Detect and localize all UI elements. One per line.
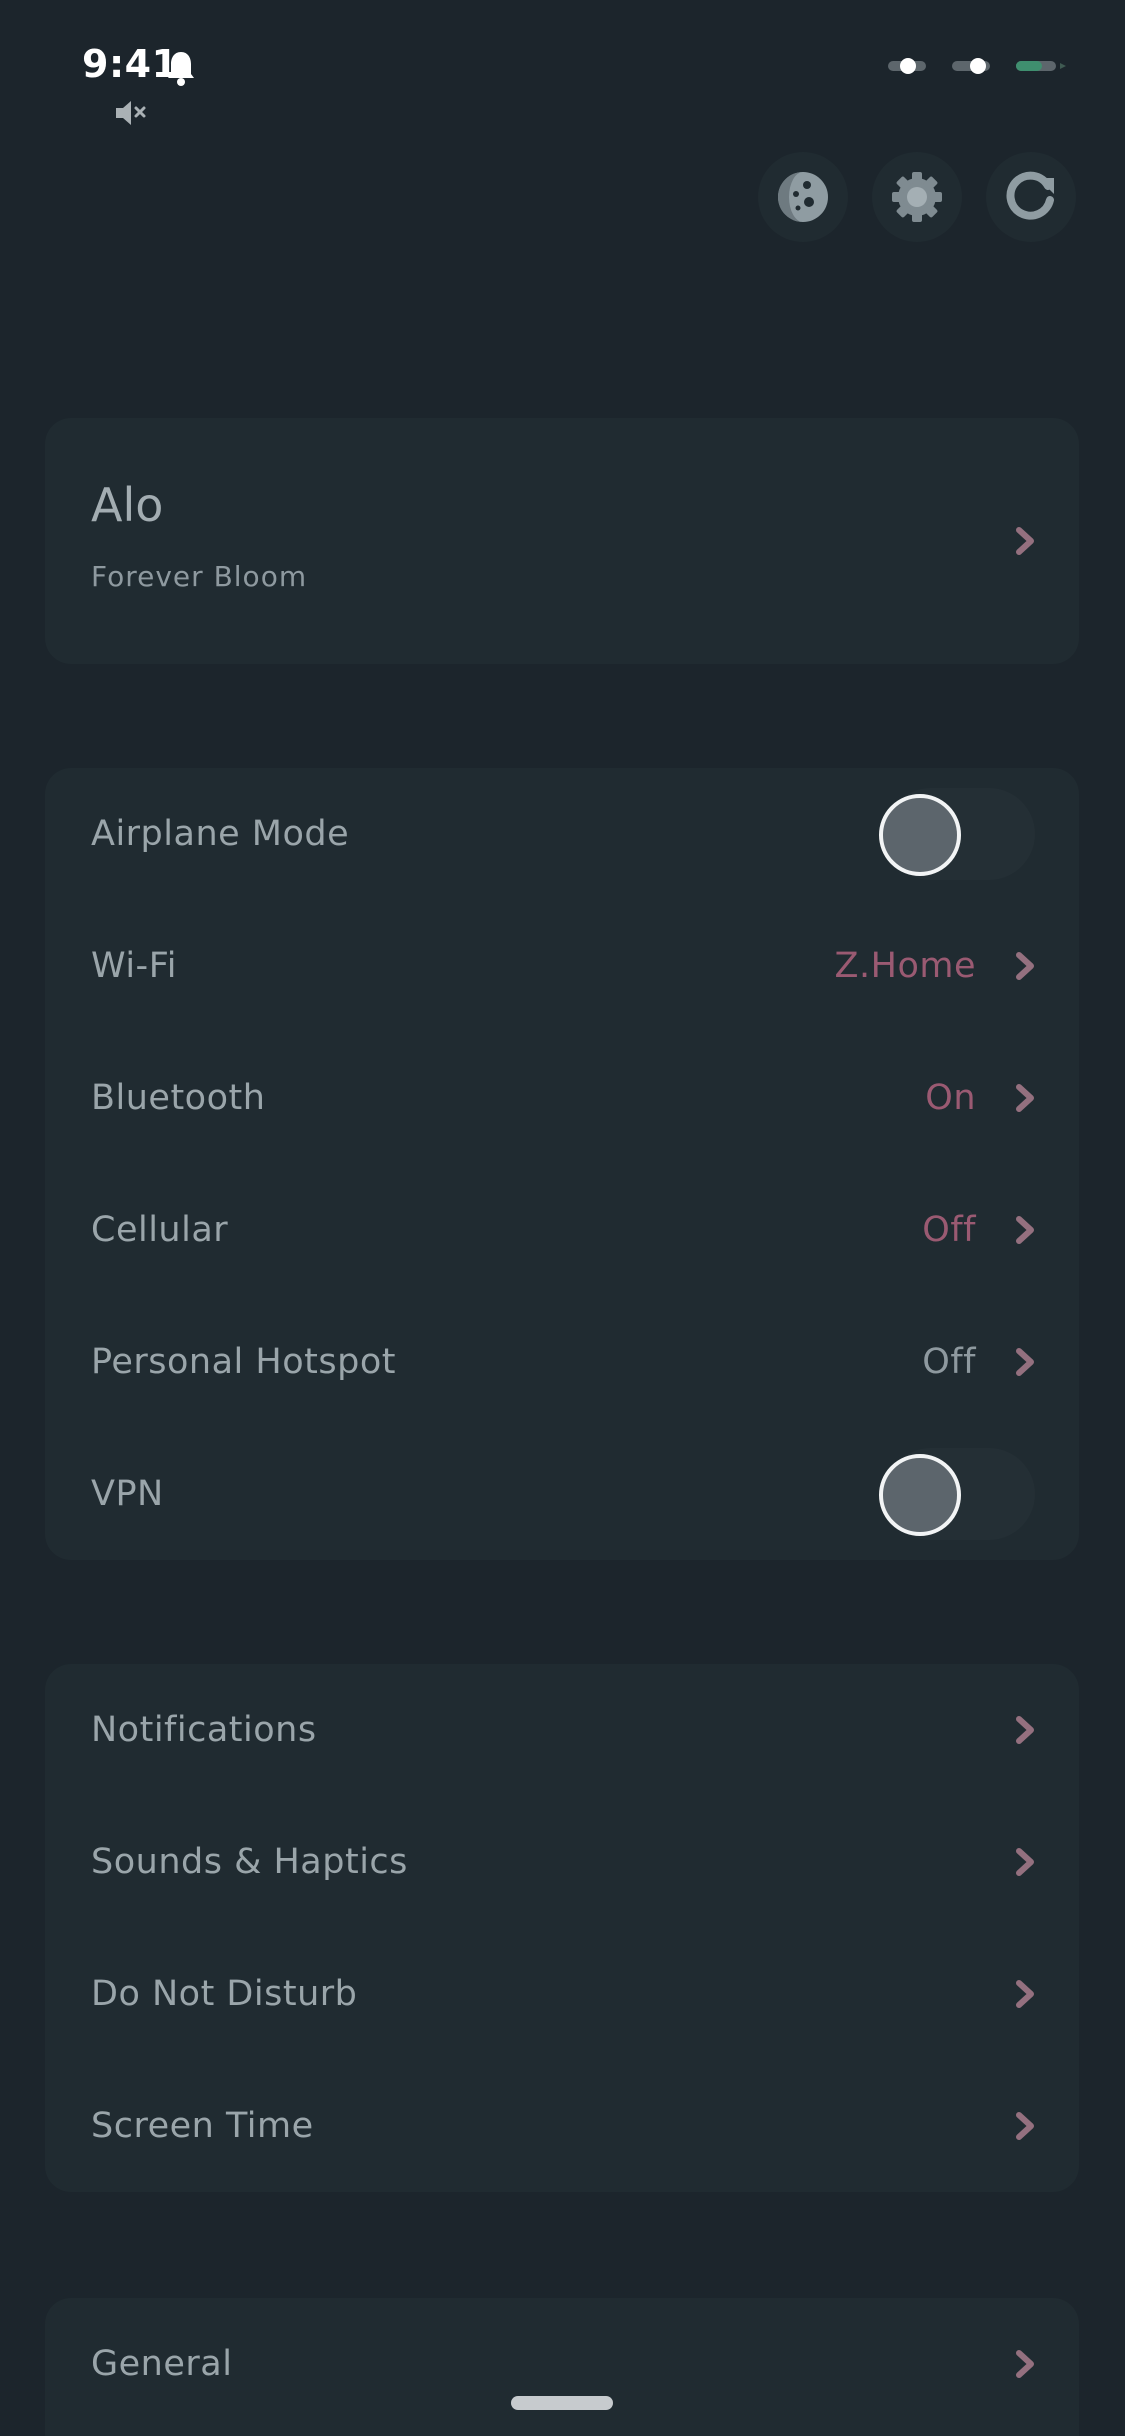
vpn-toggle[interactable] bbox=[879, 1448, 1035, 1540]
status-time: 9:41 bbox=[82, 42, 179, 86]
chevron-right-icon bbox=[1016, 1980, 1034, 2008]
airplane-mode-label: Airplane Mode bbox=[91, 814, 350, 854]
do-not-disturb-row[interactable]: Do Not Disturb bbox=[45, 1928, 1079, 2060]
battery-icon bbox=[1016, 61, 1066, 71]
status-toggle-icon bbox=[952, 58, 990, 74]
dark-mode-button[interactable] bbox=[758, 152, 848, 242]
personal-hotspot-label: Personal Hotspot bbox=[91, 1342, 396, 1382]
toggle-knob bbox=[879, 1454, 961, 1536]
general-row[interactable]: General bbox=[45, 2298, 1079, 2430]
chevron-right-icon bbox=[1016, 2350, 1034, 2378]
home-indicator[interactable] bbox=[511, 2396, 613, 2410]
screen-time-row[interactable]: Screen Time bbox=[45, 2060, 1079, 2192]
chevron-right-icon bbox=[1016, 1216, 1034, 1244]
notifications-card: Notifications Sounds & Haptics Do Not Di… bbox=[45, 1664, 1079, 2192]
moon-icon bbox=[778, 172, 828, 222]
chevron-right-icon bbox=[1016, 1848, 1034, 1876]
profile-subtitle: Forever Bloom bbox=[91, 560, 308, 593]
sounds-haptics-label: Sounds & Haptics bbox=[91, 1842, 408, 1882]
toggle-knob bbox=[879, 794, 961, 876]
status-bar: 9:41 bbox=[0, 0, 1125, 140]
personal-hotspot-row[interactable]: Personal Hotspot Off bbox=[45, 1296, 1079, 1428]
sounds-haptics-row[interactable]: Sounds & Haptics bbox=[45, 1796, 1079, 1928]
connectivity-card: Airplane Mode Wi-Fi Z.Home Bluetooth On … bbox=[45, 768, 1079, 1560]
do-not-disturb-label: Do Not Disturb bbox=[91, 1974, 358, 2014]
notifications-row[interactable]: Notifications bbox=[45, 1664, 1079, 1796]
airplane-mode-toggle[interactable] bbox=[879, 788, 1035, 880]
mute-icon bbox=[116, 101, 146, 125]
personal-hotspot-value: Off bbox=[922, 1342, 976, 1382]
refresh-button[interactable] bbox=[986, 152, 1076, 242]
general-label: General bbox=[91, 2344, 233, 2384]
chevron-right-icon bbox=[1016, 1716, 1034, 1744]
cellular-label: Cellular bbox=[91, 1210, 229, 1250]
cellular-value: Off bbox=[922, 1210, 976, 1250]
chevron-right-icon bbox=[1016, 527, 1034, 555]
bell-icon bbox=[168, 52, 194, 86]
gear-icon bbox=[892, 172, 942, 222]
screen-time-label: Screen Time bbox=[91, 2106, 314, 2146]
profile-card[interactable]: Alo Forever Bloom bbox=[45, 418, 1079, 664]
bluetooth-row[interactable]: Bluetooth On bbox=[45, 1032, 1079, 1164]
chevron-right-icon bbox=[1016, 952, 1034, 980]
profile-name: Alo bbox=[91, 478, 164, 532]
cellular-row[interactable]: Cellular Off bbox=[45, 1164, 1079, 1296]
refresh-icon bbox=[1006, 171, 1054, 220]
bluetooth-value: On bbox=[925, 1078, 976, 1118]
wifi-row[interactable]: Wi-Fi Z.Home bbox=[45, 900, 1079, 1032]
general-card: General bbox=[45, 2298, 1079, 2436]
airplane-mode-row: Airplane Mode bbox=[45, 768, 1079, 900]
wifi-value: Z.Home bbox=[834, 946, 976, 986]
chevron-right-icon bbox=[1016, 2112, 1034, 2140]
notifications-label: Notifications bbox=[91, 1710, 317, 1750]
chevron-right-icon bbox=[1016, 1348, 1034, 1376]
wifi-label: Wi-Fi bbox=[91, 946, 178, 986]
chevron-right-icon bbox=[1016, 1084, 1034, 1112]
bluetooth-label: Bluetooth bbox=[91, 1078, 266, 1118]
vpn-label: VPN bbox=[91, 1474, 164, 1514]
status-toggle-icon bbox=[888, 58, 926, 74]
settings-button[interactable] bbox=[872, 152, 962, 242]
vpn-row: VPN bbox=[45, 1428, 1079, 1560]
